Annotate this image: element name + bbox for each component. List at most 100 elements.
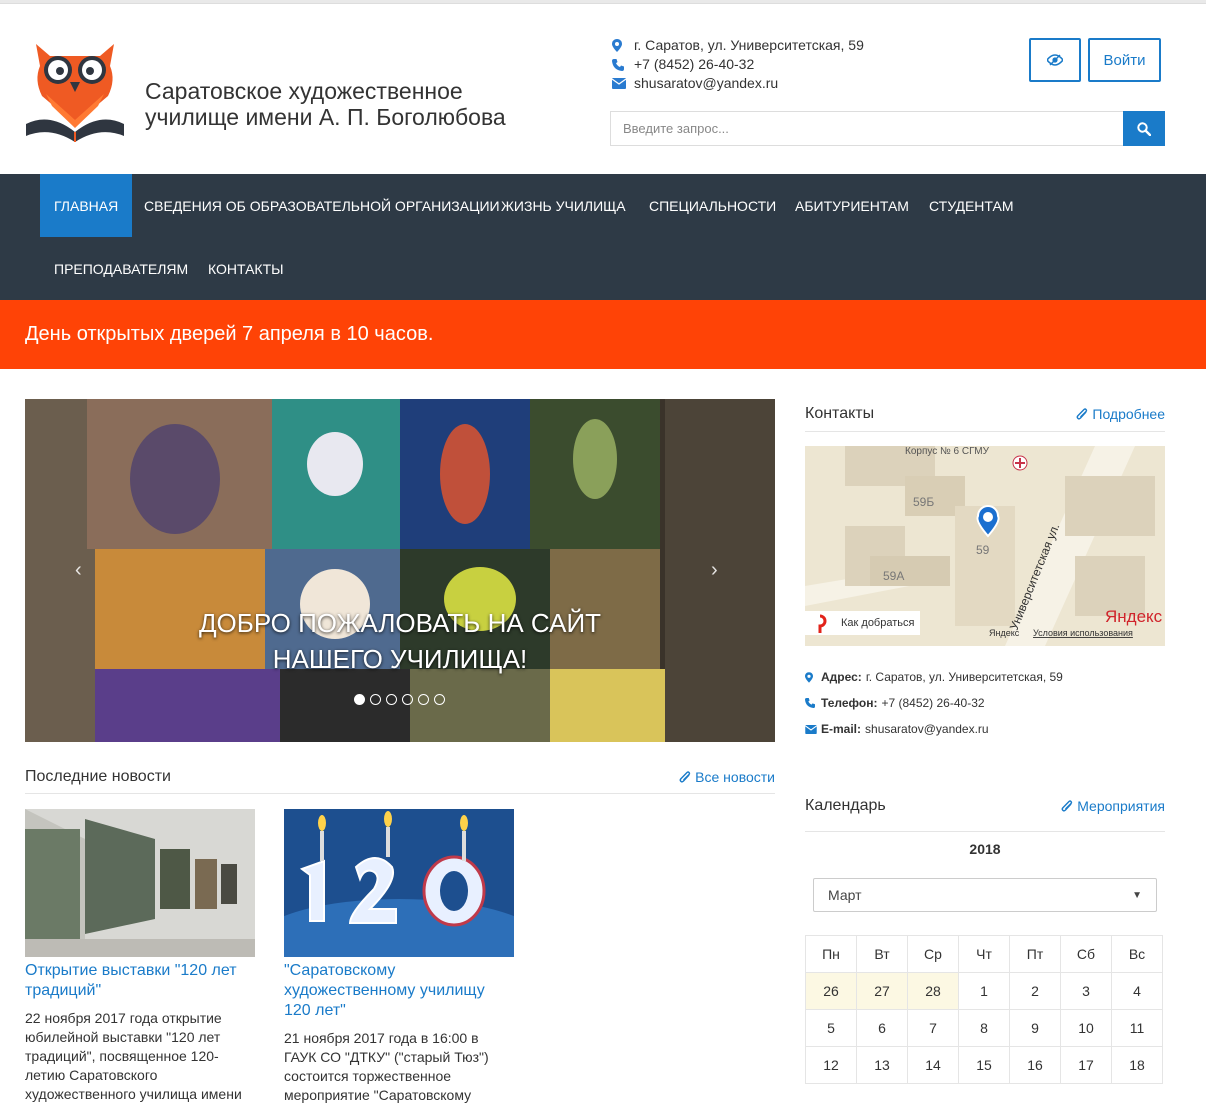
nav-item-students[interactable]: Студентам: [915, 174, 1027, 237]
carousel-next-arrow[interactable]: ›: [711, 559, 718, 582]
calendar-weekday: Вт: [856, 935, 908, 973]
envelope-icon: [805, 724, 821, 734]
calendar-day[interactable]: 17: [1060, 1046, 1112, 1084]
nav-item-home[interactable]: Главная: [40, 174, 133, 237]
carousel-dot[interactable]: [418, 694, 429, 705]
news-item-text: 22 ноября 2017 года открытие юбилейной в…: [25, 1010, 242, 1102]
nav-item-about[interactable]: Сведения об образовательной организации: [130, 174, 514, 237]
image-carousel[interactable]: ‹ › ДОБРО ПОЖАЛОВАТЬ НА САЙТ НАШЕГО УЧИЛ…: [25, 399, 775, 742]
header-email: shusaratov@yandex.ru: [612, 74, 864, 93]
paperclip-icon: [679, 770, 691, 783]
search-icon: [1137, 121, 1151, 136]
contacts-more-link[interactable]: Подробнее: [1075, 406, 1165, 422]
contacts-more-link-label: Подробнее: [1092, 405, 1165, 422]
calendar-year: 2018: [969, 841, 1001, 857]
nav-item-life[interactable]: Жизнь училища: [487, 174, 640, 237]
nav-item-specialties[interactable]: Специальности: [635, 174, 790, 237]
calendar-day[interactable]: 2: [1009, 972, 1061, 1010]
calendar-day[interactable]: 10: [1060, 1009, 1112, 1047]
envelope-icon: [612, 78, 634, 89]
map-route-link[interactable]: Как добраться: [841, 617, 914, 629]
accessibility-button[interactable]: [1029, 38, 1081, 82]
slide-caption-line2: НАШЕГО УЧИЛИЩА!: [272, 644, 528, 674]
slide-caption: ДОБРО ПОЖАЛОВАТЬ НА САЙТ НАШЕГО УЧИЛИЩА!: [25, 605, 775, 677]
calendar-week-row: 5 6 7 8 9 10 11: [805, 1009, 1163, 1047]
contacts-widget-title: Контакты: [805, 404, 875, 422]
calendar-day[interactable]: 1: [958, 972, 1010, 1010]
calendar-day[interactable]: 7: [907, 1009, 959, 1047]
map-tiles: Корпус № 6 СГМУ 59Б 59 59А Университетск…: [805, 446, 1165, 646]
calendar-day[interactable]: 12: [805, 1046, 857, 1084]
header-address: г. Саратов, ул. Университетская, 59: [612, 36, 864, 55]
yandex-map[interactable]: Корпус № 6 СГМУ 59Б 59 59А Университетск…: [805, 446, 1165, 646]
dropdown-arrow-icon: ▼: [1132, 889, 1142, 901]
calendar-day[interactable]: 28: [907, 972, 959, 1010]
news-item-text: 21 ноября 2017 года в 16:00 в ГАУК СО "Д…: [284, 1030, 489, 1103]
calendar-day[interactable]: 26: [805, 972, 857, 1010]
calendar-weekday: Сб: [1060, 935, 1112, 973]
calendar-day[interactable]: 13: [856, 1046, 908, 1084]
news-image-exhibition[interactable]: [25, 809, 255, 957]
contact-email-label: E-mail:: [821, 722, 862, 736]
events-link[interactable]: Мероприятия: [1060, 798, 1165, 814]
map-marker-icon: [612, 39, 634, 52]
all-news-link-label: Все новости: [695, 768, 775, 785]
calendar-weekday: Ср: [907, 935, 959, 973]
calendar-day[interactable]: 5: [805, 1009, 857, 1047]
map-terms-link[interactable]: Условия использования: [1033, 628, 1133, 638]
calendar-weekday: Чт: [958, 935, 1010, 973]
owl-logo[interactable]: [24, 36, 126, 148]
calendar-grid: Пн Вт Ср Чт Пт Сб Вс 26 27 28 1 2 3 4 5 6 7 8 9 10 11 12 13 14 1…: [805, 935, 1163, 1084]
header-email-link[interactable]: shusaratov@yandex.ru: [634, 74, 778, 93]
calendar-week-row: 12 13 14 15 16 17 18: [805, 1046, 1163, 1084]
site-header: Саратовское художественное училище имени…: [0, 4, 1206, 174]
main-nav: Главная Сведения об образовательной орга…: [0, 174, 1206, 300]
header-contacts: г. Саратов, ул. Университетская, 59 +7 (…: [612, 36, 864, 93]
news-item-title[interactable]: "Саратовскому художественному училищу 12…: [284, 961, 514, 1021]
carousel-dot[interactable]: [370, 694, 381, 705]
carousel-prev-arrow[interactable]: ‹: [75, 559, 82, 582]
header-phone: +7 (8452) 26-40-32: [612, 55, 864, 74]
calendar-day[interactable]: 16: [1009, 1046, 1061, 1084]
contact-address: Адрес: г. Саратов, ул. Университетская, …: [805, 664, 1063, 690]
calendar-week-row: 26 27 28 1 2 3 4: [805, 972, 1163, 1010]
nav-item-contacts[interactable]: Контакты: [194, 237, 298, 300]
paperclip-icon: [1061, 799, 1073, 812]
calendar-day[interactable]: 14: [907, 1046, 959, 1084]
calendar-day[interactable]: 4: [1111, 972, 1163, 1010]
carousel-dot[interactable]: [354, 694, 365, 705]
all-news-link[interactable]: Все новости: [678, 769, 775, 785]
announcement-banner[interactable]: День открытых дверей 7 апреля в 10 часов…: [0, 300, 1206, 369]
contact-email-value[interactable]: shusaratov@yandex.ru: [865, 722, 989, 736]
header-address-text: г. Саратов, ул. Университетская, 59: [634, 37, 864, 53]
contact-phone: Телефон: +7 (8452) 26-40-32: [805, 690, 1063, 716]
calendar-day[interactable]: 3: [1060, 972, 1112, 1010]
news-item-title[interactable]: Открытие выставки "120 лет традиций": [25, 961, 255, 1001]
calendar-day[interactable]: 27: [856, 972, 908, 1010]
contacts-widget-list: Адрес: г. Саратов, ул. Университетская, …: [805, 664, 1063, 742]
carousel-dot[interactable]: [386, 694, 397, 705]
carousel-dot[interactable]: [434, 694, 445, 705]
news-image-anniversary[interactable]: [284, 809, 514, 957]
contact-email: E-mail: shusaratov@yandex.ru: [805, 716, 1063, 742]
calendar-day[interactable]: 9: [1009, 1009, 1061, 1047]
contact-phone-value: +7 (8452) 26-40-32: [881, 696, 985, 710]
calendar-day[interactable]: 6: [856, 1009, 908, 1047]
search-input[interactable]: [610, 111, 1123, 146]
search-button[interactable]: [1123, 111, 1165, 146]
site-title[interactable]: Саратовское художественное училище имени…: [145, 78, 585, 130]
month-select[interactable]: Март ▼: [813, 878, 1157, 912]
calendar-day[interactable]: 8: [958, 1009, 1010, 1047]
login-button[interactable]: Войти: [1088, 38, 1161, 82]
events-link-label: Мероприятия: [1077, 797, 1165, 814]
slide-caption-line1: ДОБРО ПОЖАЛОВАТЬ НА САЙТ: [198, 608, 602, 638]
phone-icon: [612, 58, 634, 71]
nav-item-teachers[interactable]: Преподавателям: [40, 237, 202, 300]
calendar-day[interactable]: 15: [958, 1046, 1010, 1084]
nav-item-applicants[interactable]: Абитуриентам: [781, 174, 923, 237]
carousel-dot[interactable]: [402, 694, 413, 705]
carousel-indicators: [354, 694, 445, 705]
calendar-day[interactable]: 18: [1111, 1046, 1163, 1084]
contacts-widget-header: Контакты Подробнее: [805, 396, 1165, 432]
calendar-day[interactable]: 11: [1111, 1009, 1163, 1047]
